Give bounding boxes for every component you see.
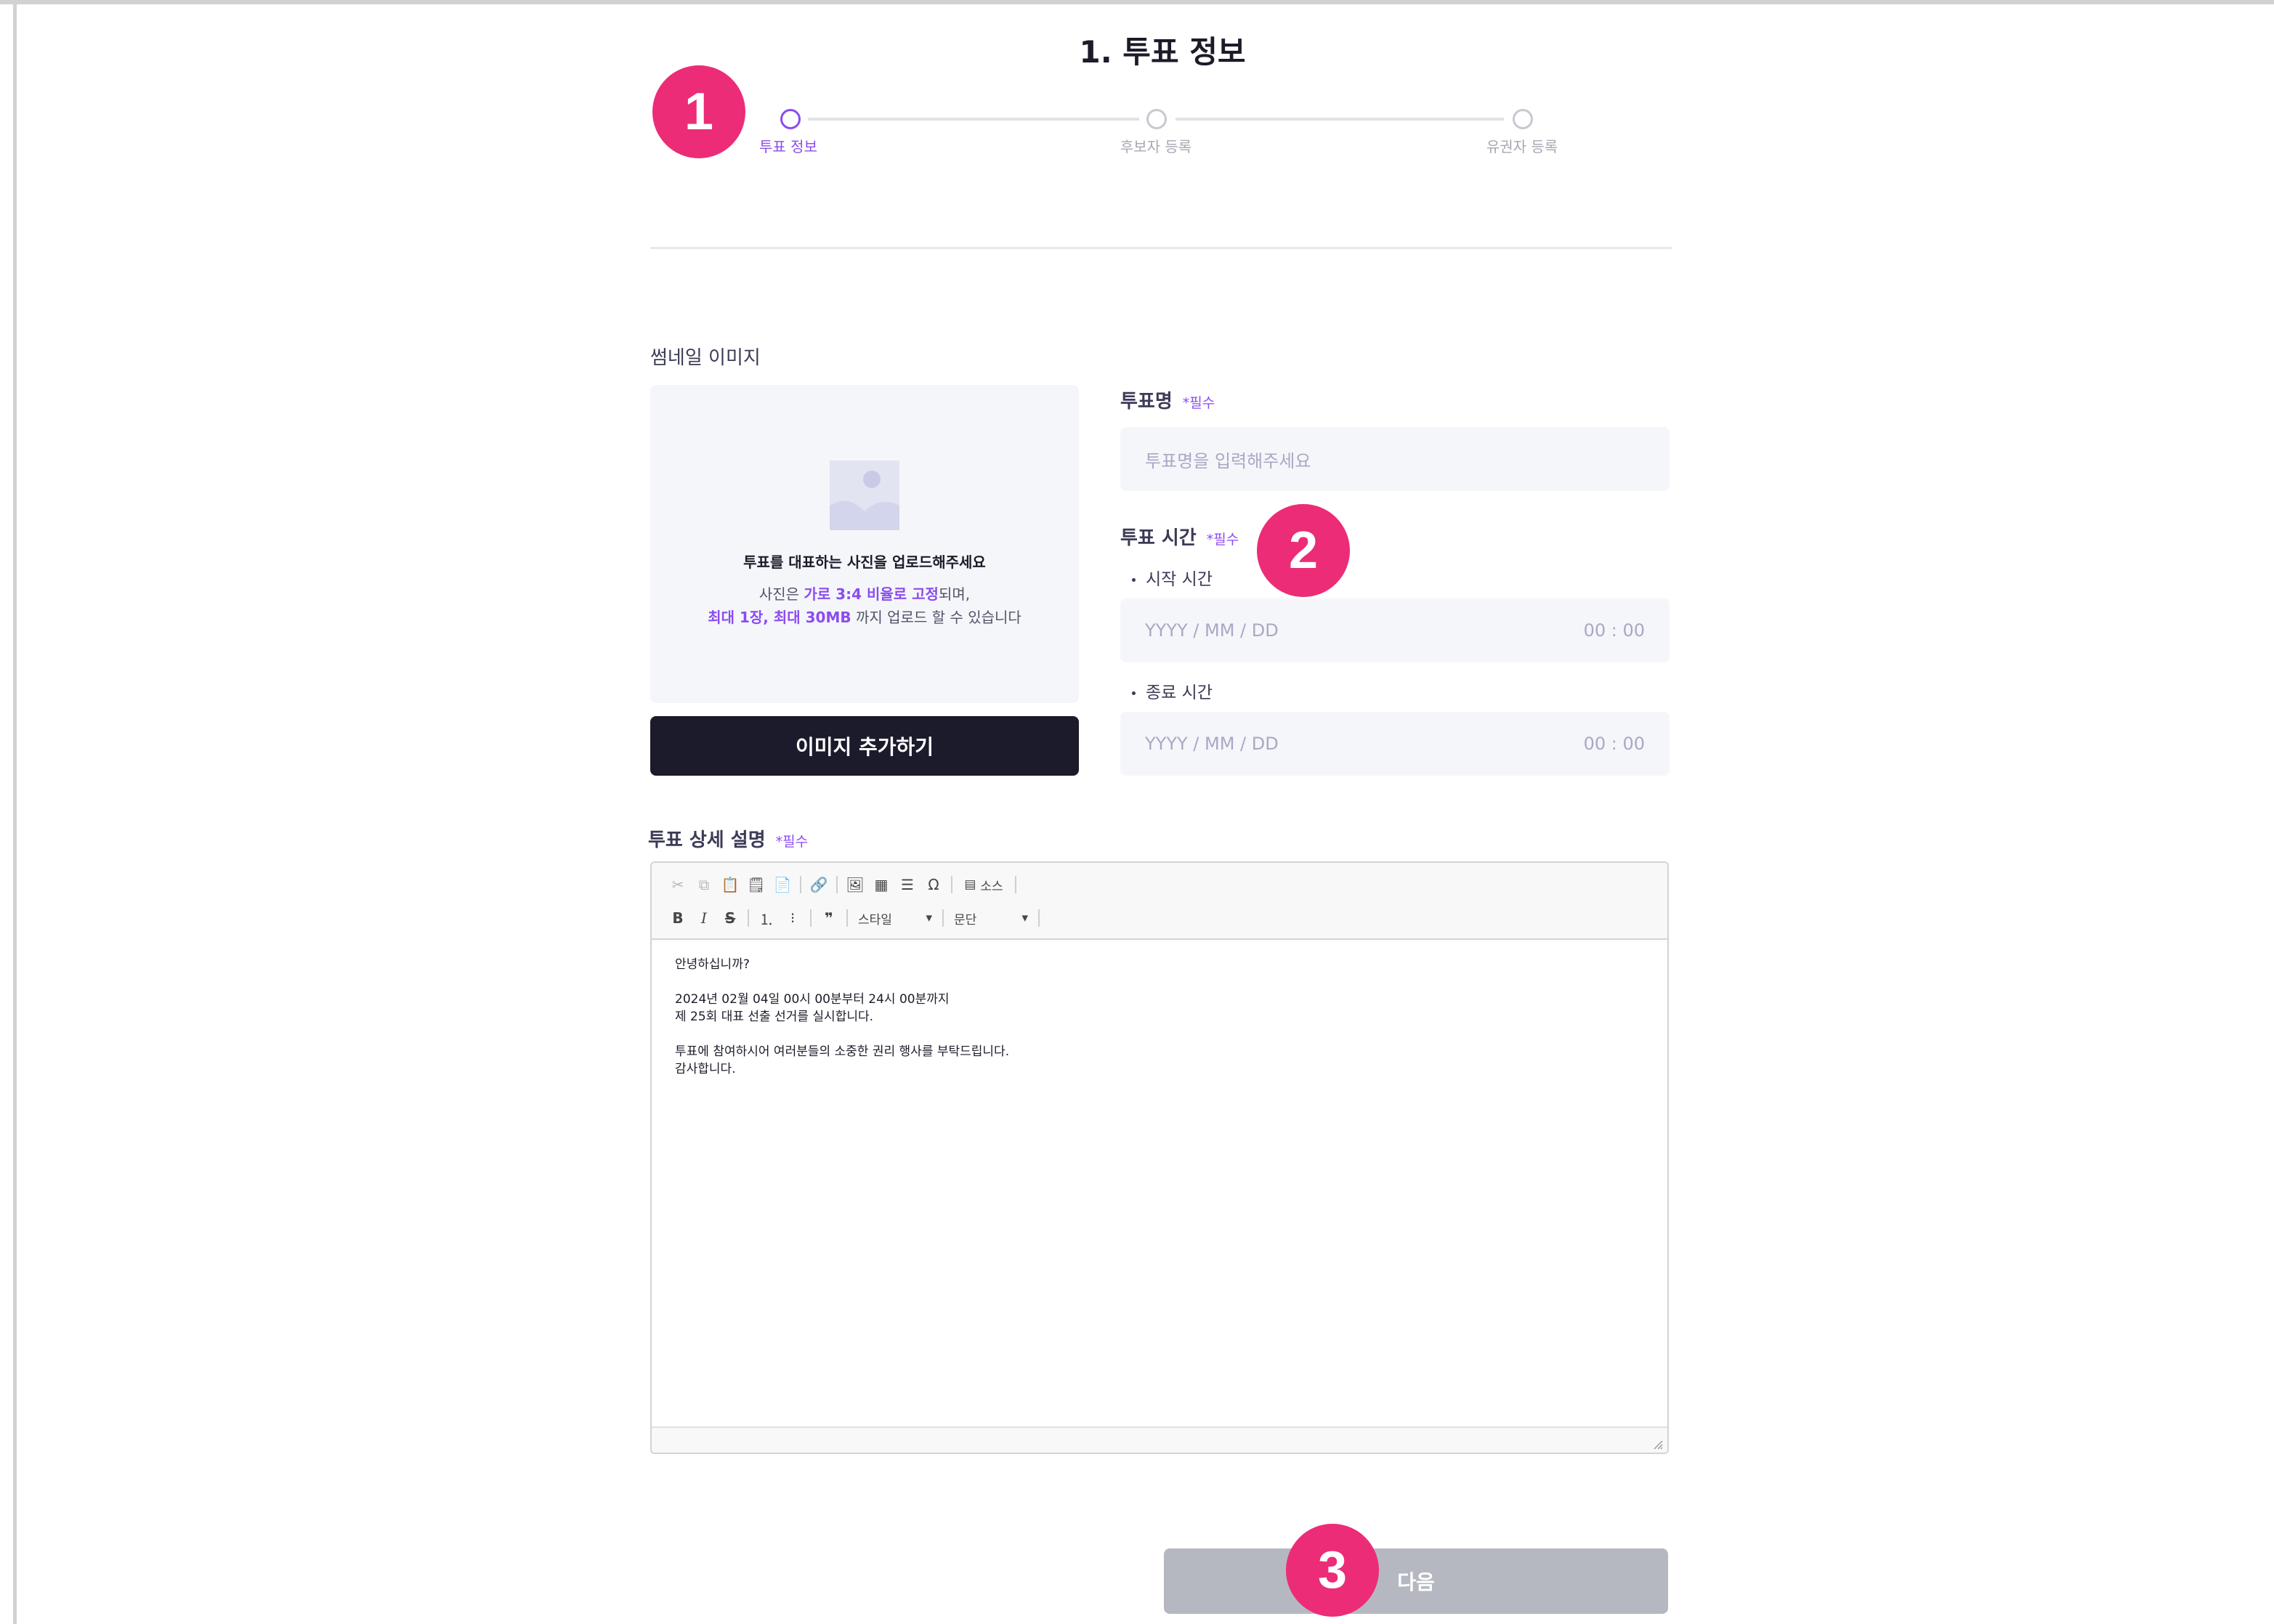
toolbar-separator — [951, 876, 952, 893]
thumbnail-rule-line-1: 사진은 가로 3:4 비율로 고정되며, — [650, 582, 1079, 604]
vote-name-label: 투표명 *필수 — [1120, 386, 1215, 413]
start-time-label: 시작 시간 — [1132, 565, 1213, 590]
format-select[interactable]: 문단 ▾ — [948, 909, 1034, 927]
italic-icon[interactable]: I — [691, 907, 717, 929]
thumbnail-rule-line-2: 최대 1장, 최대 30MB 까지 업로드 할 수 있습니다 — [650, 606, 1079, 627]
link-icon[interactable]: 🔗 — [806, 874, 832, 896]
thumbnail-label: 썸네일 이미지 — [650, 347, 761, 369]
source-button[interactable]: ▤ 소스 — [957, 874, 1011, 896]
step-3-indicator — [1513, 109, 1533, 129]
start-time-label-text: 시작 시간 — [1146, 570, 1213, 589]
thumbnail-rule-text: 사진은 — [758, 585, 804, 603]
style-select[interactable]: 스타일 ▾ — [852, 909, 938, 927]
thumbnail-size-highlight: 최대 30MB — [773, 609, 851, 626]
end-time-label: 종료 시간 — [1132, 678, 1213, 703]
editor-paragraph: 2024년 02월 04일 00시 00분부터 24시 00분까지 제 25회 … — [675, 992, 950, 1024]
stepper-connector — [808, 118, 1139, 121]
next-button[interactable]: 다음 — [1164, 1548, 1668, 1614]
copy-icon[interactable]: ⧉ — [691, 874, 717, 896]
vote-name-input[interactable]: 투표명을 입력해주세요 — [1120, 427, 1670, 491]
description-label: 투표 상세 설명 *필수 — [648, 825, 808, 852]
vote-name-placeholder: 투표명을 입력해주세요 — [1145, 450, 1311, 471]
toolbar-row-1: ✂ ⧉ 📋 🗒 📄 🔗 🖼 ▦ ☰ Ω ▤ 소스 — [665, 873, 1021, 896]
end-time-field[interactable]: YYYY / MM / DD 00 : 00 — [1120, 712, 1670, 776]
paste-icon[interactable]: 📋 — [717, 874, 743, 896]
thumbnail-rule-text: 까지 업로드 할 수 있습니다 — [851, 609, 1021, 626]
thumbnail-separator: , — [763, 609, 774, 626]
thumbnail-ratio-highlight: 가로 3:4 비율로 고정 — [804, 585, 939, 603]
end-date-input[interactable]: YYYY / MM / DD — [1145, 734, 1279, 754]
start-time-field[interactable]: YYYY / MM / DD 00 : 00 — [1120, 598, 1670, 662]
numbered-list-icon[interactable]: ⒈ — [753, 907, 780, 929]
thumbnail-count-highlight: 최대 1장 — [708, 609, 764, 626]
step-3-label: 유권자 등록 — [1486, 138, 1558, 155]
callout-marker-3: 3 — [1286, 1524, 1379, 1617]
step-1-indicator — [780, 109, 801, 129]
thumbnail-title: 투표를 대표하는 사진을 업로드해주세요 — [743, 553, 986, 571]
image-icon[interactable]: 🖼 — [842, 874, 868, 896]
strikethrough-icon[interactable]: S — [717, 907, 743, 929]
bullet-icon — [1132, 691, 1136, 695]
step-2-label: 후보자 등록 — [1120, 138, 1192, 155]
stepper-connector — [1176, 118, 1504, 121]
special-char-icon[interactable]: Ω — [920, 874, 947, 896]
thumbnail-rule-text: 되며, — [938, 585, 971, 603]
blockquote-icon[interactable]: ❞ — [816, 907, 842, 929]
thumbnail-dropzone[interactable]: 투표를 대표하는 사진을 업로드해주세요 사진은 가로 3:4 비율로 고정되며… — [650, 385, 1079, 703]
source-label: 소스 — [980, 879, 1003, 894]
editor-paragraph: 안녕하십니까? — [675, 957, 750, 972]
resize-handle-icon[interactable] — [1653, 1440, 1663, 1450]
start-time-input[interactable]: 00 : 00 — [1584, 620, 1645, 641]
toolbar-separator — [942, 909, 944, 927]
toolbar-separator — [800, 876, 801, 893]
bullet-icon — [1132, 578, 1136, 582]
vote-name-label-text: 투표명 — [1120, 391, 1173, 413]
dropdown-arrow-icon: ▾ — [926, 911, 932, 925]
bold-icon[interactable]: B — [665, 907, 691, 929]
editor-content[interactable]: 안녕하십니까? 2024년 02월 04일 00시 00분부터 24시 00분까… — [675, 956, 1009, 1095]
step-2-indicator — [1146, 109, 1167, 129]
section-divider — [650, 247, 1672, 249]
required-badge: *필수 — [1206, 532, 1239, 548]
toolbar-separator — [836, 876, 838, 893]
callout-marker-2: 2 — [1257, 504, 1350, 597]
toolbar-row-2: B I S ⒈ ⁝ ❞ 스타일 ▾ 문단 ▾ — [665, 906, 1044, 930]
toolbar-separator — [748, 909, 749, 927]
rich-text-editor: ✂ ⧉ 📋 🗒 📄 🔗 🖼 ▦ ☰ Ω ▤ 소스 B I S ⒈ ⁝ ❞ 스타일… — [650, 861, 1669, 1454]
description-label-text: 투표 상세 설명 — [648, 829, 766, 851]
image-placeholder-icon — [830, 460, 899, 530]
window-frame-top — [0, 0, 2274, 4]
style-select-value: 스타일 — [858, 912, 892, 927]
editor-toolbar: ✂ ⧉ 📋 🗒 📄 🔗 🖼 ▦ ☰ Ω ▤ 소스 B I S ⒈ ⁝ ❞ 스타일… — [652, 863, 1667, 940]
editor-status-bar — [652, 1426, 1667, 1453]
source-icon: ▤ — [964, 877, 976, 892]
paste-text-icon[interactable]: 🗒 — [743, 874, 769, 896]
toolbar-separator — [1015, 876, 1016, 893]
callout-marker-1: 1 — [652, 65, 745, 158]
add-image-button[interactable]: 이미지 추가하기 — [650, 716, 1079, 776]
vote-time-label-text: 투표 시간 — [1120, 527, 1197, 549]
dropdown-arrow-icon: ▾ — [1021, 911, 1028, 925]
required-badge: *필수 — [1182, 395, 1215, 411]
window-frame-left — [13, 0, 17, 1624]
horizontal-line-icon[interactable]: ☰ — [894, 874, 920, 896]
page-title: 1. 투표 정보 — [1079, 34, 1246, 70]
end-time-input[interactable]: 00 : 00 — [1584, 734, 1645, 754]
table-icon[interactable]: ▦ — [868, 874, 894, 896]
cut-icon[interactable]: ✂ — [665, 874, 691, 896]
toolbar-separator — [810, 909, 812, 927]
end-time-label-text: 종료 시간 — [1146, 683, 1213, 702]
required-badge: *필수 — [775, 834, 809, 850]
bulleted-list-icon[interactable]: ⁝ — [780, 907, 806, 929]
format-select-value: 문단 — [954, 912, 977, 927]
vote-time-label: 투표 시간 *필수 — [1120, 523, 1239, 550]
start-date-input[interactable]: YYYY / MM / DD — [1145, 620, 1279, 641]
toolbar-separator — [1038, 909, 1040, 927]
toolbar-separator — [846, 909, 848, 927]
paste-word-icon[interactable]: 📄 — [769, 874, 796, 896]
editor-paragraph: 투표에 참여하시어 여러분들의 소중한 권리 행사를 부탁드립니다. 감사합니다… — [675, 1044, 1010, 1076]
